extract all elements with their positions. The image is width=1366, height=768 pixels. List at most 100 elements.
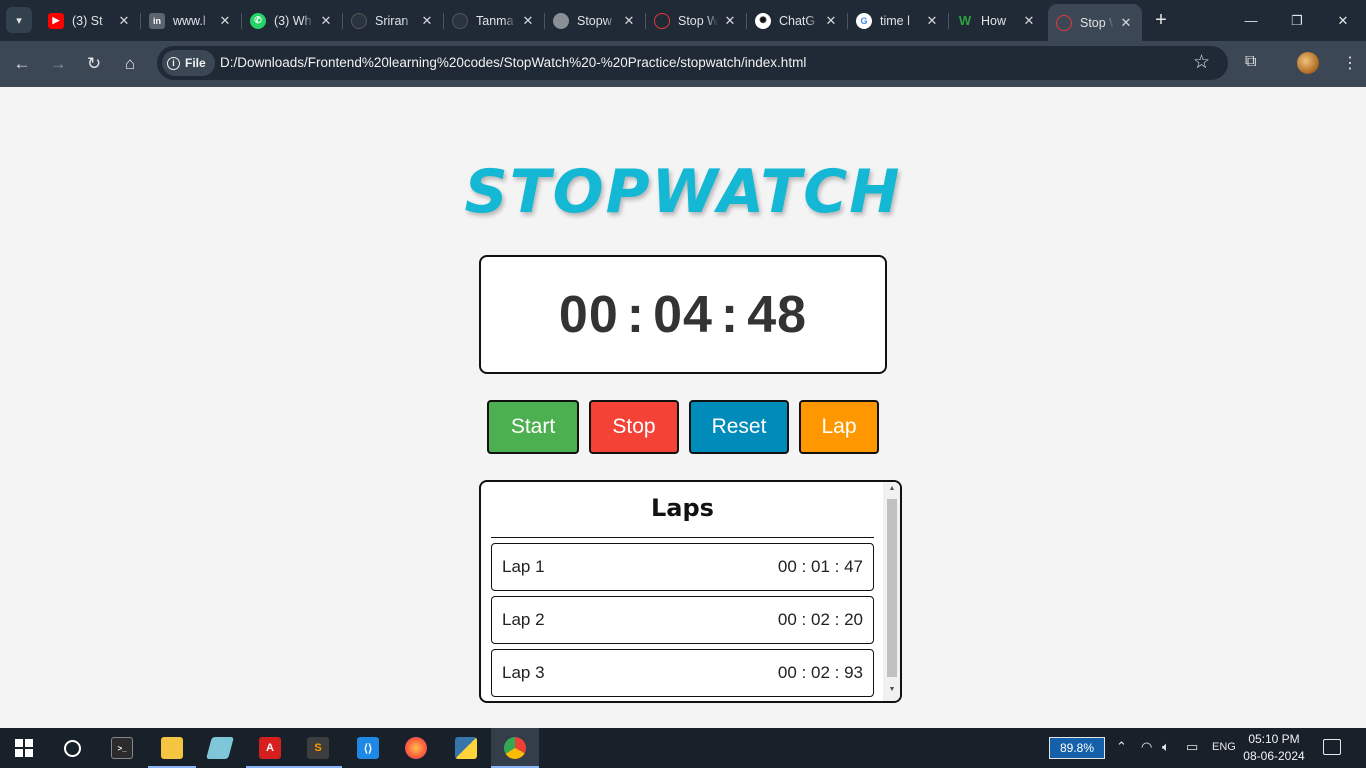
home-icon[interactable]: ⌂ xyxy=(116,50,144,78)
start-button[interactable]: Start xyxy=(487,400,579,454)
back-arrow-icon[interactable]: ← xyxy=(8,50,36,78)
new-tab-plus-icon[interactable]: + xyxy=(1150,9,1172,31)
minimize-icon[interactable]: — xyxy=(1228,0,1274,41)
tab-title: www.l xyxy=(173,13,206,28)
laps-panel[interactable]: Laps Lap 1 00 : 01 : 47 Lap 2 00 : 02 : … xyxy=(479,480,902,703)
lap-button[interactable]: Lap xyxy=(799,400,879,454)
tab-title: ChatG xyxy=(779,13,816,28)
clock-date: 08-06-2024 xyxy=(1243,749,1305,763)
taskbar-python[interactable] xyxy=(442,728,490,768)
search-button[interactable] xyxy=(48,728,96,768)
address-bar[interactable]: i File D:/Downloads/Frontend%20learning%… xyxy=(157,46,1228,80)
tab-title: Tanma xyxy=(476,13,514,28)
system-clock[interactable]: 05:10 PM 08-06-2024 xyxy=(1240,731,1308,765)
lap-item: Lap 3 00 : 02 : 93 xyxy=(491,649,874,697)
tab-youtube[interactable]: ▶ (3) St ✕ xyxy=(40,6,141,35)
lap-time: 00 : 02 : 20 xyxy=(777,610,863,629)
tab-title: Stopw xyxy=(577,13,612,28)
globe-icon xyxy=(553,12,569,29)
scroll-thumb[interactable] xyxy=(887,499,897,677)
tab-how[interactable]: W How ✕ xyxy=(949,6,1045,35)
python-icon xyxy=(455,737,477,759)
reset-button[interactable]: Reset xyxy=(689,400,789,454)
close-icon[interactable]: ✕ xyxy=(722,13,738,29)
seconds-value: 48 xyxy=(747,285,808,344)
tab-linkedin[interactable]: in www.l ✕ xyxy=(141,6,242,35)
window-close-icon[interactable]: ✕ xyxy=(1320,0,1366,41)
vscode-icon: ⟨⟩ xyxy=(357,737,379,759)
speaker-icon[interactable]: 🔈︎ xyxy=(1162,739,1170,755)
taskbar-chrome[interactable] xyxy=(491,728,539,768)
windows-taskbar: >_ A S ⟨⟩ 89.8% ⌃ ◠ 🔈︎ ▭ ENG 05:10 PM 08… xyxy=(0,728,1366,768)
close-icon[interactable]: ✕ xyxy=(318,13,334,29)
close-icon[interactable]: ✕ xyxy=(217,13,233,29)
url-text[interactable]: D:/Downloads/Frontend%20learning%20codes… xyxy=(220,55,806,70)
tab-google[interactable]: G time l ✕ xyxy=(848,6,949,35)
site-info-chip[interactable]: i File xyxy=(162,50,215,76)
taskbar-terminal[interactable]: >_ xyxy=(98,728,146,768)
scroll-up-arrow-icon[interactable]: ▲ xyxy=(887,485,897,492)
stop-button[interactable]: Stop xyxy=(589,400,679,454)
terminal-icon: >_ xyxy=(111,737,133,759)
taskbar-firefox[interactable] xyxy=(392,728,440,768)
more-menu-icon[interactable]: ⋮ xyxy=(1342,53,1358,73)
lap-item: Lap 1 00 : 01 : 47 xyxy=(491,543,874,591)
lap-label: Lap 2 xyxy=(502,610,545,629)
language-indicator[interactable]: ENG xyxy=(1212,741,1236,753)
tab-stopwatch-active[interactable]: Stop W ✕ xyxy=(1048,4,1142,41)
page-content: STOPWATCH 00 : 04 : 48 Start Stop Reset … xyxy=(0,87,1366,728)
close-icon[interactable]: ✕ xyxy=(1021,13,1037,29)
time-display: 00 : 04 : 48 xyxy=(479,255,887,374)
firefox-icon xyxy=(405,737,427,759)
profile-avatar[interactable] xyxy=(1297,52,1319,74)
tab-title: time l xyxy=(880,13,910,28)
separator: : xyxy=(626,285,646,344)
battery-indicator[interactable]: 89.8% xyxy=(1049,737,1105,759)
taskbar-pen-app[interactable] xyxy=(196,728,244,768)
taskbar-file-explorer[interactable] xyxy=(148,728,196,768)
restore-icon[interactable]: ❐ xyxy=(1274,0,1320,41)
info-icon: i xyxy=(167,56,180,70)
pen-app-icon xyxy=(206,737,234,759)
tab-whatsapp[interactable]: ✆ (3) Wh ✕ xyxy=(242,6,343,35)
forward-arrow-icon[interactable]: → xyxy=(44,50,72,78)
extensions-icon[interactable]: ⧉ xyxy=(1245,53,1256,71)
taskbar-acrobat[interactable]: A xyxy=(246,728,294,768)
bookmark-star-icon[interactable]: ☆ xyxy=(1193,51,1210,74)
laps-scrollbar[interactable]: ▲ ▼ xyxy=(883,482,900,701)
github-icon xyxy=(452,12,468,29)
close-icon[interactable]: ✕ xyxy=(520,13,536,29)
acrobat-icon: A xyxy=(259,737,281,759)
notification-icon[interactable] xyxy=(1323,739,1341,755)
close-icon[interactable]: ✕ xyxy=(924,13,940,29)
tab-title: Stop W xyxy=(1080,15,1114,30)
tab-search-chevron-icon[interactable]: ▾ xyxy=(6,7,32,33)
separator: : xyxy=(720,285,740,344)
reload-icon[interactable]: ↻ xyxy=(80,50,108,78)
whatsapp-icon: ✆ xyxy=(250,12,266,29)
close-icon[interactable]: ✕ xyxy=(1118,15,1134,31)
scroll-down-arrow-icon[interactable]: ▼ xyxy=(887,686,897,693)
tab-github-sriram[interactable]: Sriran ✕ xyxy=(343,6,444,35)
lap-time: 00 : 02 : 93 xyxy=(777,663,863,682)
chrome-icon xyxy=(504,737,526,759)
tab-stopwatch[interactable]: Stop W ✕ xyxy=(646,6,747,35)
taskbar-vscode[interactable]: ⟨⟩ xyxy=(344,728,392,768)
tab-stopwatch-globe[interactable]: Stopw ✕ xyxy=(545,6,646,35)
close-icon[interactable]: ✕ xyxy=(823,13,839,29)
github-icon xyxy=(351,12,367,29)
start-menu-button[interactable] xyxy=(0,728,48,768)
chevron-up-icon[interactable]: ⌃ xyxy=(1116,739,1127,755)
tab-chatgpt[interactable]: ✺ ChatG ✕ xyxy=(747,6,848,35)
close-icon[interactable]: ✕ xyxy=(116,13,132,29)
lap-label: Lap 3 xyxy=(502,663,545,682)
battery-icon[interactable]: ▭ xyxy=(1186,739,1198,755)
stopwatch-icon xyxy=(654,12,670,29)
file-explorer-icon xyxy=(161,737,183,759)
search-icon xyxy=(63,739,81,757)
close-icon[interactable]: ✕ xyxy=(419,13,435,29)
wifi-icon[interactable]: ◠ xyxy=(1141,739,1152,755)
close-icon[interactable]: ✕ xyxy=(621,13,637,29)
taskbar-sublime[interactable]: S xyxy=(294,728,342,768)
tab-github-tanmay[interactable]: Tanma ✕ xyxy=(444,6,545,35)
